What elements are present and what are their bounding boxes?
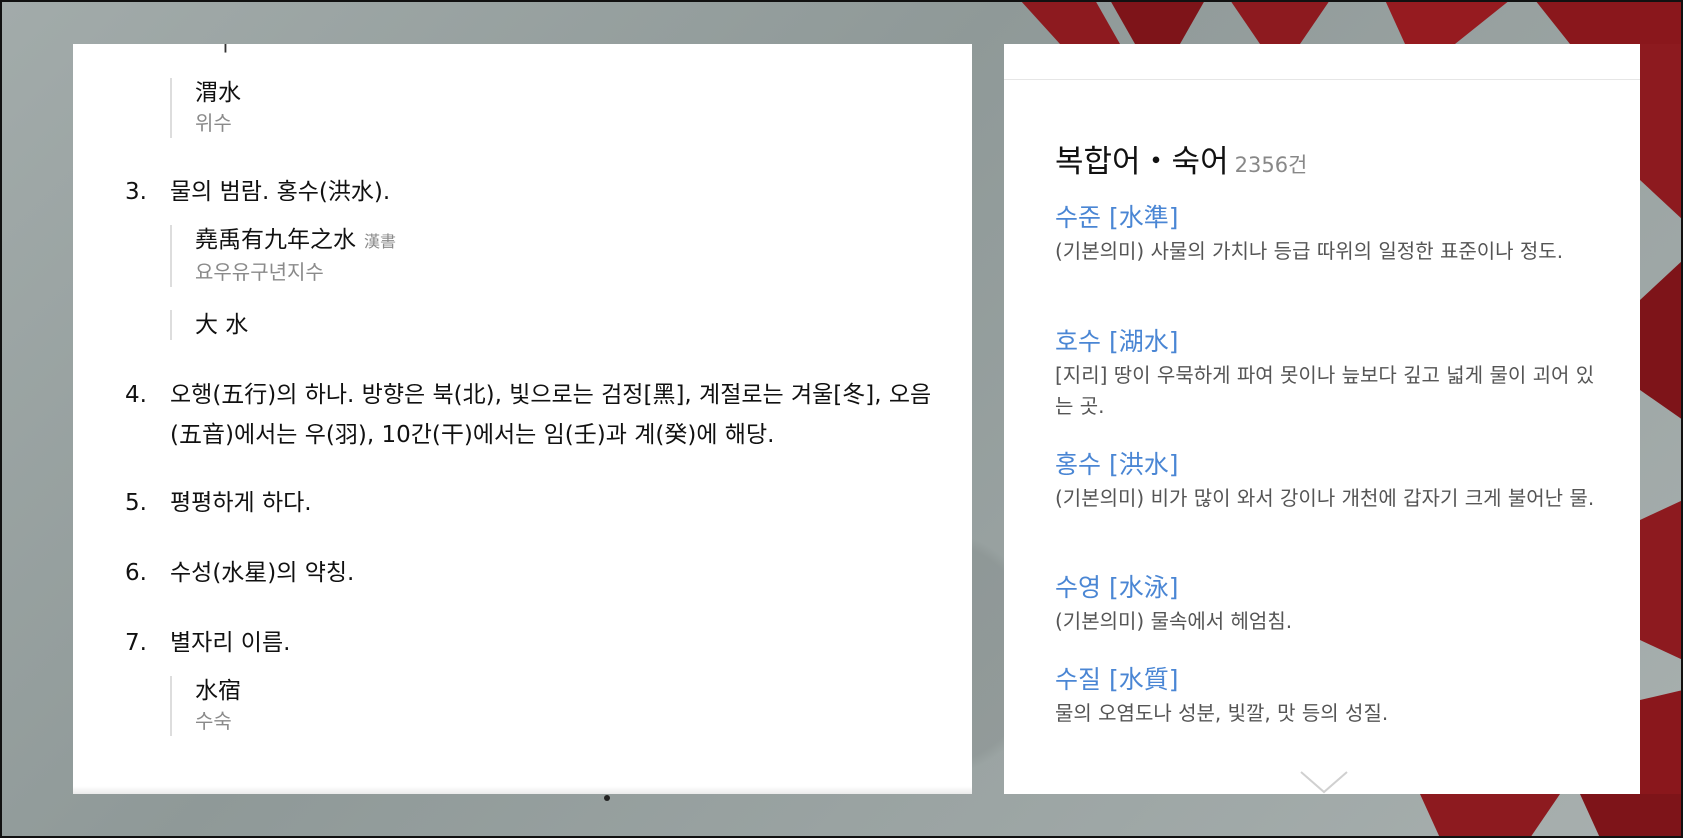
- definition-number: 3.: [125, 179, 147, 205]
- definition-item: 4. 오행(五行)의 하나. 방향은 북(北), 빛으로는 검정[黑], 계절로…: [125, 375, 935, 455]
- example-text: 水宿: [195, 678, 241, 704]
- example-text: 大 水: [195, 312, 249, 338]
- panel-bottom-edge: [73, 786, 972, 794]
- compound-entry: 호수 [湖水] [지리] 땅이 우묵하게 파여 못이나 늪보다 깊고 넓게 물이…: [1055, 324, 1595, 422]
- definition-number: 6.: [125, 560, 147, 586]
- definition-item: 3. 물의 범람. 홍수(洪水).: [125, 172, 935, 212]
- example-quote: 渭水 위수: [170, 78, 241, 138]
- example-text: 渭水: [195, 80, 241, 106]
- compound-entry: 수준 [水準] (기본의미) 사물의 가치나 등급 따위의 일정한 표준이나 정…: [1055, 200, 1595, 267]
- definition-item: 5. 평평하게 하다.: [125, 483, 935, 523]
- compound-entry: 홍수 [洪水] (기본의미) 비가 많이 와서 강이나 개천에 갑자기 크게 불…: [1055, 447, 1595, 514]
- compound-words-panel: 복합어・숙어 2356건 수준 [水準] (기본의미) 사물의 가치나 등급 따위…: [1004, 44, 1640, 794]
- definition-item: 6. 수성(水星)의 약칭.: [125, 553, 935, 593]
- example-reading: 요우유구년지수: [195, 260, 324, 284]
- definition-item: 7. 별자리 이름.: [125, 623, 935, 663]
- compound-definition: [지리] 땅이 우묵하게 파여 못이나 늪보다 깊고 넓게 물이 괴어 있는 곳…: [1055, 363, 1595, 418]
- compound-term-link[interactable]: 호수 [湖水]: [1055, 324, 1595, 360]
- example-text: 堯禹有九年之水 漢書: [195, 225, 396, 257]
- example-reading: 위수: [195, 111, 232, 135]
- definition-number: 5.: [125, 490, 147, 516]
- definition-text: 오행(五行)의 하나. 방향은 북(北), 빛으로는 검정[黑], 계절로는 겨…: [170, 382, 932, 448]
- hanja-definition-panel: ㅡㅣ 渭水 위수 3. 물의 범람. 홍수(洪水). 堯禹有九年之水 漢書 요우유…: [73, 44, 972, 794]
- section-title: 복합어・숙어: [1055, 144, 1229, 180]
- example-reading: 수숙: [195, 709, 232, 733]
- compound-definition: (기본의미) 사물의 가치나 등급 따위의 일정한 표준이나 정도.: [1055, 239, 1564, 263]
- compound-term-link[interactable]: 수질 [水質]: [1055, 662, 1595, 698]
- example-text-main: 堯禹有九年之水: [195, 227, 356, 253]
- clipped-example-text: ㅡㅣ: [195, 44, 236, 57]
- result-count: 2356건: [1234, 153, 1308, 177]
- definition-text: 물의 범람. 홍수(洪水).: [170, 179, 391, 205]
- section-divider: [1004, 79, 1640, 80]
- compound-term-link[interactable]: 수준 [水準]: [1055, 200, 1595, 236]
- definition-text: 수성(水星)의 약칭.: [170, 560, 355, 586]
- example-quote: 堯禹有九年之水 漢書 요우유구년지수: [170, 225, 396, 287]
- compound-term-link[interactable]: 수영 [水泳]: [1055, 570, 1595, 606]
- definition-text: 평평하게 하다.: [170, 490, 312, 516]
- compound-definition: (기본의미) 물속에서 헤엄침.: [1055, 609, 1293, 633]
- compound-entry: 수영 [水泳] (기본의미) 물속에서 헤엄침.: [1055, 570, 1595, 637]
- example-source: 漢書: [364, 232, 397, 251]
- definition-text: 별자리 이름.: [170, 630, 291, 656]
- compound-definition: (기본의미) 비가 많이 와서 강이나 개천에 갑자기 크게 불어난 물.: [1055, 486, 1595, 510]
- compound-term-link[interactable]: 홍수 [洪水]: [1055, 447, 1595, 483]
- definition-number: 7.: [125, 630, 147, 656]
- compound-entry: 수질 [水質] 물의 오염도나 성분, 빛깔, 맛 등의 성질.: [1055, 662, 1595, 729]
- definition-number: 4.: [125, 382, 147, 408]
- chevron-down-icon[interactable]: [1299, 770, 1349, 794]
- example-quote: 大 水: [170, 310, 248, 340]
- compound-definition: 물의 오염도나 성분, 빛깔, 맛 등의 성질.: [1055, 701, 1389, 725]
- section-heading: 복합어・숙어 2356건: [1055, 136, 1307, 181]
- example-quote: 水宿 수숙: [170, 676, 241, 736]
